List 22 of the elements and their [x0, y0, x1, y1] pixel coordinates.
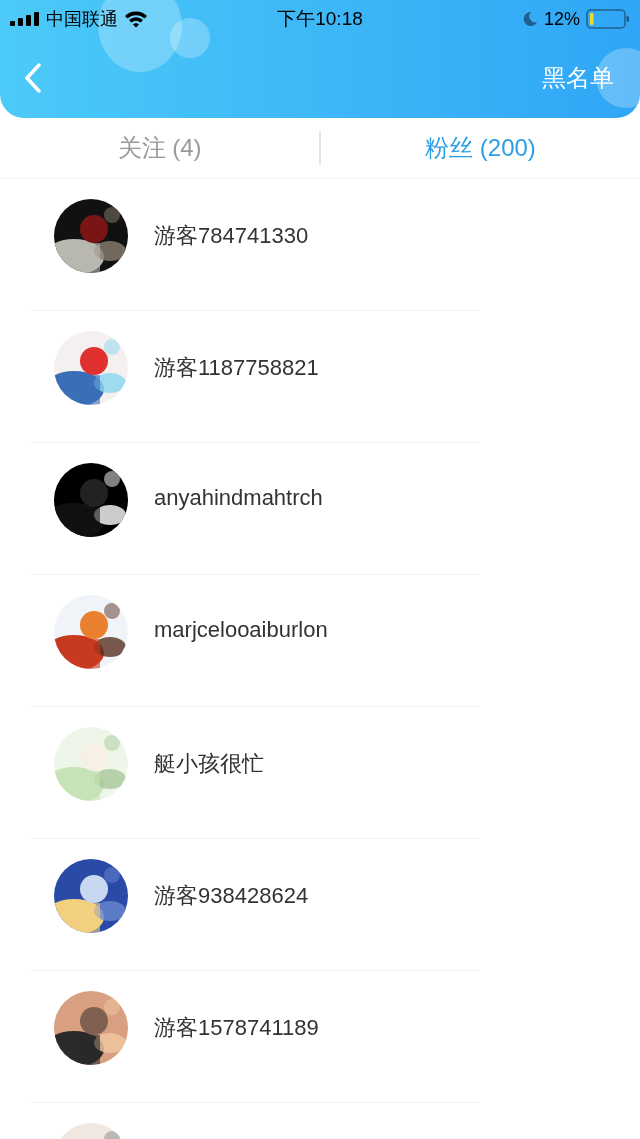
battery-icon [586, 9, 630, 29]
wifi-icon [124, 10, 148, 28]
user-row[interactable]: 艇小孩很忙 [30, 707, 480, 839]
clock-time: 下午10:18 [277, 7, 363, 31]
user-name: anyahindmahtrch [154, 485, 323, 511]
user-name: marjcelooaiburlon [154, 617, 328, 643]
user-name: 游客1578741189 [154, 1014, 319, 1042]
user-name: 游客784741330 [154, 222, 309, 250]
user-row[interactable]: 游客1187758821 [30, 311, 480, 443]
carrier-name: 中国联通 [46, 8, 118, 31]
battery-percent: 12% [544, 8, 580, 30]
user-row[interactable]: marjcelooaiburlon [30, 575, 480, 707]
moon-icon [522, 11, 538, 27]
user-name: 艇小孩很忙 [154, 750, 264, 778]
user-name: 游客1187758821 [154, 354, 319, 382]
user-row[interactable]: 游客784741330 [30, 179, 480, 311]
user-row[interactable]: 游客938428624 [30, 839, 480, 971]
user-name: 游客938428624 [154, 882, 309, 910]
signal-icon [10, 12, 40, 26]
back-icon[interactable] [24, 63, 42, 93]
user-row[interactable]: anyahindmahtrch [30, 443, 480, 575]
user-row[interactable]: 游客1578741189 [30, 971, 480, 1103]
